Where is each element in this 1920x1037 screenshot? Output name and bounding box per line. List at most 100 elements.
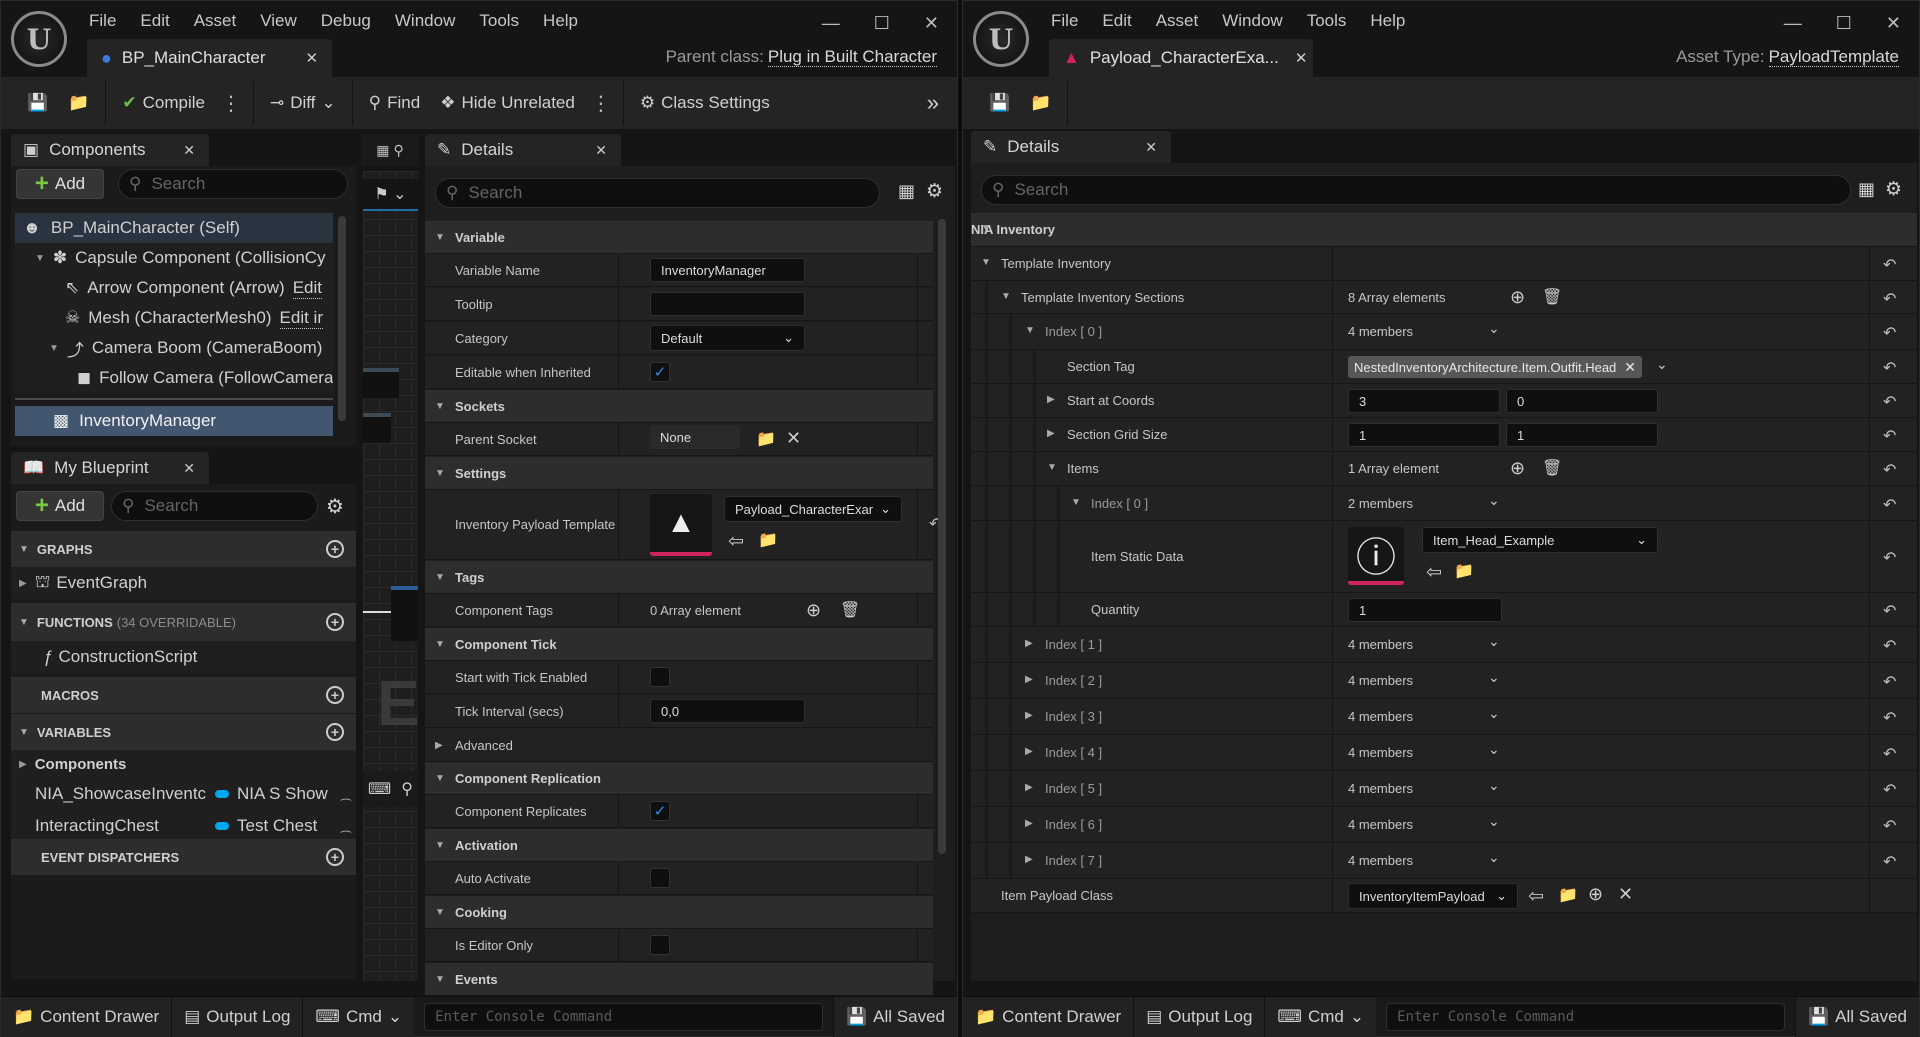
property-row[interactable]: ▼ Template Inventory ↶ [971,247,1917,281]
find-button[interactable]: ⚲ Find [359,83,431,123]
menu-window[interactable]: Window [395,9,469,33]
reset-to-default-icon[interactable]: ↶ [1883,744,1896,764]
coord-x-field[interactable]: 3 [1348,389,1500,413]
reset-to-default-icon[interactable]: ↶ [1883,708,1896,728]
close-tab-icon[interactable]: ✕ [1295,49,1308,67]
reset-to-default-icon[interactable]: ↶ [1883,255,1896,275]
close-window-button[interactable]: ✕ [924,13,939,34]
compile-options-icon[interactable]: ⋮ [215,91,247,116]
add-graph-icon[interactable]: + [326,540,344,558]
all-saved-button[interactable]: 💾 All Saved [833,996,957,1037]
menu-view[interactable]: View [260,9,311,33]
cmd-selector[interactable]: ⌨ Cmd ⌄ [303,996,415,1037]
reset-to-default-icon[interactable]: ↶ [1883,426,1896,446]
checkbox[interactable]: ✓ [650,801,670,821]
components-tab[interactable]: ▣ Components ✕ [11,134,209,166]
unreal-logo-icon[interactable]: U [973,11,1029,67]
browse-button[interactable]: 📁 [1020,83,1061,123]
functions-section[interactable]: ▼ FUNCTIONS (34 OVERRIDABLE) + [11,603,356,641]
property-row[interactable]: ▶ Index [ 3 ] 4 members ⌄ ↶ [971,699,1917,735]
cmd-selector[interactable]: ⌨ Cmd ⌄ [1265,996,1377,1037]
components-scrollbar[interactable] [338,216,346,421]
unreal-logo-icon[interactable]: U [11,11,67,67]
components-search[interactable]: ⚲ [118,169,348,199]
details-section[interactable]: ▼ Events [425,963,933,996]
output-log-button[interactable]: ▤ Output Log [1134,996,1266,1037]
reset-to-default-icon[interactable]: ↶ [1883,816,1896,836]
chevron-down-icon[interactable]: ⌄ [1488,777,1500,794]
quantity-field[interactable]: 1 [1348,598,1502,622]
menu-tools[interactable]: Tools [1307,9,1361,33]
minimize-button[interactable]: — [1784,13,1802,34]
details-search-input[interactable] [1014,180,1701,200]
browse-button[interactable]: 📁 [58,83,99,123]
menu-file[interactable]: File [89,9,130,33]
text-field[interactable]: InventoryManager [650,258,805,282]
clear-x-icon[interactable]: ✕ [786,428,801,449]
details-search-input[interactable] [468,183,815,203]
reset-to-default-icon[interactable]: ↶ [1883,672,1896,692]
details-scrollbar[interactable] [938,219,946,854]
asset-type-link[interactable]: PayloadTemplate [1768,47,1899,67]
graph-node[interactable] [363,368,399,398]
reset-to-default-icon[interactable]: ↶ [1883,636,1896,656]
variables-section[interactable]: ▼ VARIABLES + [11,714,356,750]
hide-unrelated-button[interactable]: ❖ Hide Unrelated [430,83,585,123]
add-element-icon[interactable]: ⊕ [1510,458,1525,479]
event-graph-item[interactable]: ▶ ⛫ EventGraph [11,567,356,599]
compile-button[interactable]: ✔ Compile [112,83,215,123]
gear-icon[interactable]: ⚙ [926,180,943,203]
close-tab-icon[interactable]: ✕ [183,460,195,477]
property-row[interactable]: ▶ Index [ 6 ] 4 members ⌄ ↶ [971,807,1917,843]
class-settings-button[interactable]: ⚙ Class Settings [630,83,780,123]
component-row-arrow[interactable]: ⇖ Arrow Component (Arrow) Edit [15,273,333,303]
property-row[interactable]: ▼ Items 1 Array element ⊕ 🗑 ↶ [971,452,1917,486]
browse-folder-icon[interactable]: 📁 [756,429,776,449]
grid-x-field[interactable]: 1 [1348,423,1500,447]
checkbox[interactable] [650,667,670,687]
remove-tag-icon[interactable]: ✕ [1624,359,1636,376]
component-row-follow-camera[interactable]: ◼ Follow Camera (FollowCamera [15,363,333,393]
save-button[interactable]: 💾 [979,83,1020,123]
console-command-field[interactable] [424,1002,823,1031]
eye-closed-icon[interactable]: ⁔ [341,787,351,801]
reset-to-default-icon[interactable]: ↶ [1883,460,1896,480]
gear-icon[interactable]: ⚙ [1885,178,1902,201]
details-section[interactable]: ▼ Tags [425,561,933,594]
diff-button[interactable]: ⊸ Diff ⌄ [260,83,346,123]
reset-to-default-icon[interactable]: ↶ [1883,495,1896,515]
console-command-input[interactable] [1397,1008,1784,1025]
chevron-down-icon[interactable]: ⌄ [1488,741,1500,758]
advanced-row[interactable]: ▶ Advanced [425,729,933,762]
document-tab[interactable]: ▲ Payload_CharacterExa... ✕ [1049,39,1313,77]
chevron-down-icon[interactable]: ⌄ [1656,356,1668,373]
property-row[interactable]: ▶ Start at Coords 3 0 ↶ [971,384,1917,418]
eye-closed-icon[interactable]: ⁔ [341,819,351,833]
trash-icon[interactable]: 🗑 [1542,287,1562,307]
menu-window[interactable]: Window [1222,9,1296,33]
blueprint-search[interactable]: ⚲ [111,491,318,521]
use-selected-arrow-icon[interactable]: ⇦ [1528,885,1544,908]
details-section[interactable]: ▼ Sockets [425,390,933,423]
add-element-icon[interactable]: ⊕ [1510,287,1525,308]
add-function-icon[interactable]: + [326,613,344,631]
reset-to-default-icon[interactable]: ↶ [1883,548,1896,568]
asset-thumbnail[interactable]: ⓘ [1348,527,1404,585]
trash-icon[interactable]: 🗑 [1542,458,1562,478]
graphs-section[interactable]: ▼ GRAPHS + [11,531,356,567]
asset-picker[interactable]: Payload_CharacterExar ⌄ [724,496,902,522]
variable-row[interactable]: NIA_ShowcaseInventc NIA S Show ⁔ [11,778,356,810]
parent-class-link[interactable]: Plug in Built Character [767,47,937,67]
close-tab-icon[interactable]: ✕ [306,49,319,67]
my-blueprint-tab[interactable]: 📖 My Blueprint ✕ [11,452,209,484]
close-window-button[interactable]: ✕ [1886,13,1901,34]
chevron-down-icon[interactable]: ⌄ [1488,849,1500,866]
details-section[interactable]: ▼ Activation [425,829,933,862]
all-saved-button[interactable]: 💾 All Saved [1795,996,1919,1037]
chevron-down-icon[interactable]: ⌄ [1488,633,1500,650]
socket-field[interactable]: None [650,425,740,449]
menu-edit[interactable]: Edit [140,9,183,33]
add-dispatcher-icon[interactable]: + [326,848,344,866]
close-tab-icon[interactable]: ✕ [1145,139,1157,156]
close-tab-icon[interactable]: ✕ [183,142,195,159]
